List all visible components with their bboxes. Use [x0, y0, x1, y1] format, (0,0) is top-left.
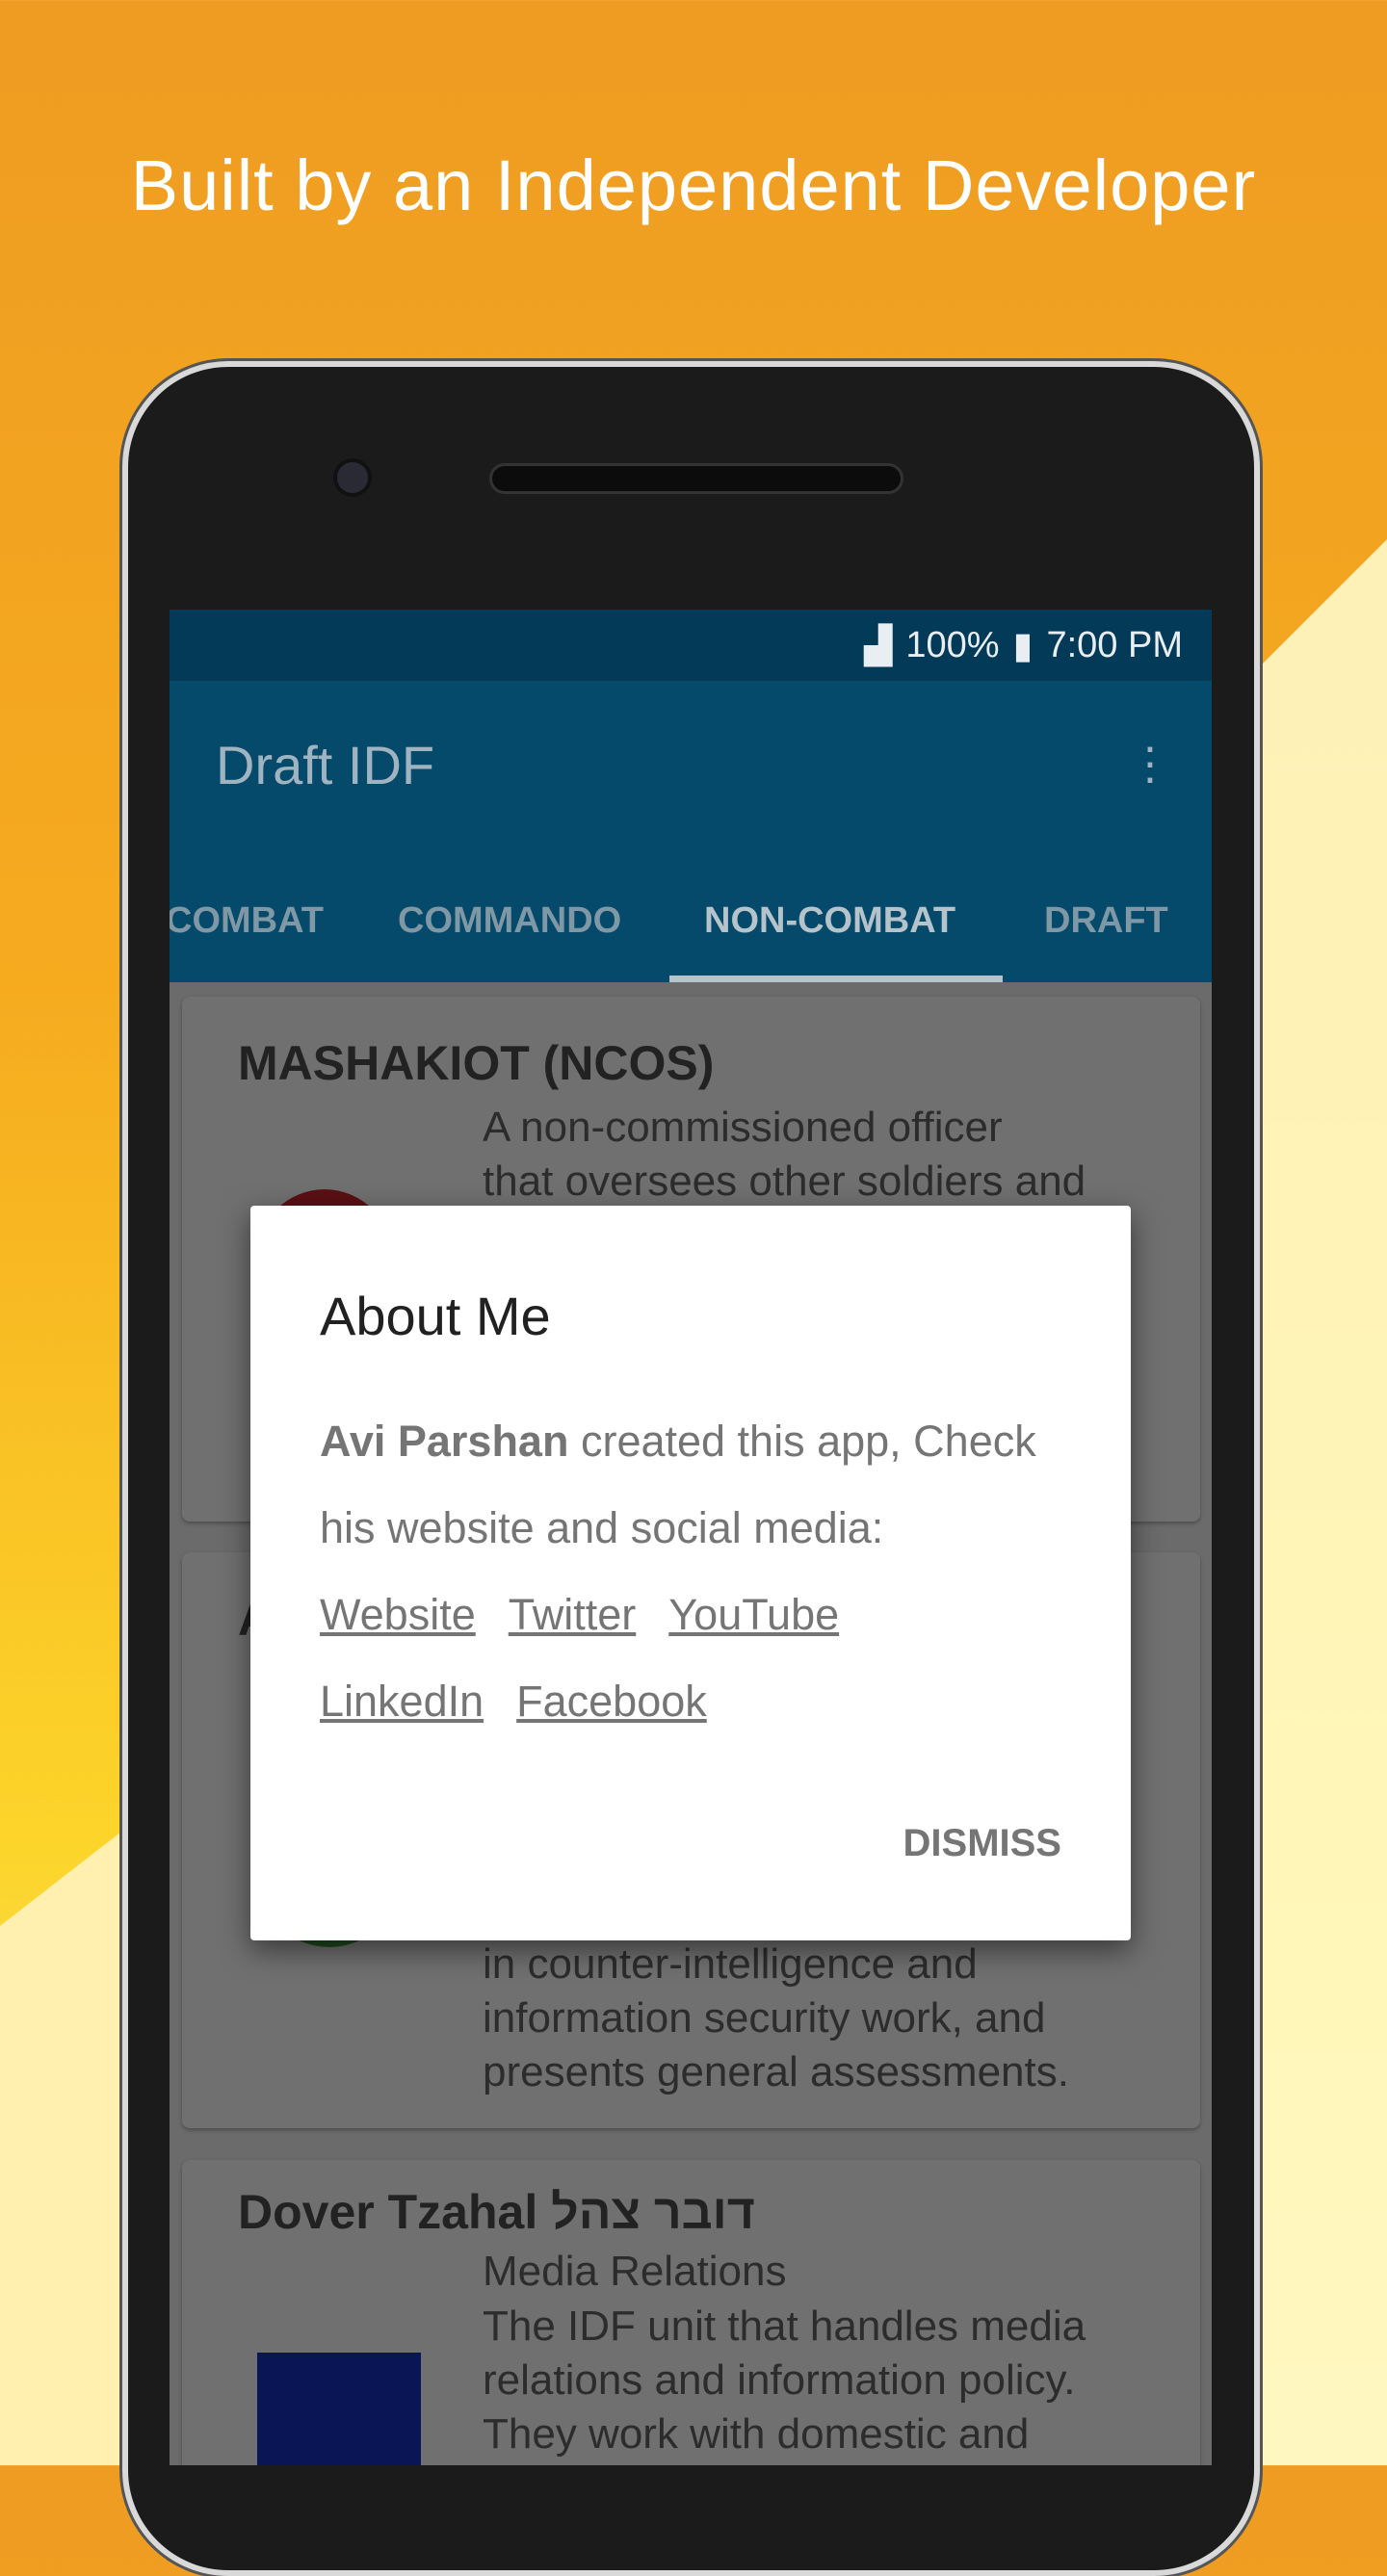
tab-draft[interactable]: DRAFT [1044, 900, 1168, 942]
camera-icon [333, 458, 372, 497]
battery-icon: ▮ [1012, 625, 1034, 666]
clock: 7:00 PM [1046, 624, 1183, 665]
tab-indicator [669, 976, 1003, 982]
text-line: The IDF unit that handles media [483, 2303, 1086, 2350]
tab-combat[interactable]: COMBAT [170, 900, 324, 942]
social-links: Website Twitter YouTube LinkedIn Facebook [320, 1572, 1090, 1745]
dismiss-button[interactable]: DISMISS [903, 1822, 1061, 1865]
media-relations-emblem [257, 2353, 421, 2465]
card-description: The IDF unit that handles media relation… [483, 2300, 1176, 2461]
text-line: relations and information policy. [483, 2356, 1076, 2404]
tab-commando[interactable]: COMMANDO [398, 900, 621, 942]
card-description: A non-commissioned officer that oversees… [483, 1101, 1176, 1209]
tab-bar: COMBAT COMMANDO NON-COMBAT DRAFT [170, 862, 1212, 982]
card-title: Dover Tzahal דובר צהל [238, 2185, 755, 2239]
text-line: They work with domestic and [483, 2410, 1030, 2458]
twitter-link[interactable]: Twitter [509, 1590, 637, 1639]
about-dialog: About Me Avi Parshan created this app, C… [250, 1206, 1131, 1940]
website-link[interactable]: Website [320, 1590, 476, 1639]
text-line: that oversees other soldiers and [483, 1158, 1086, 1205]
more-vert-icon[interactable]: · · · [1140, 722, 1160, 801]
dialog-title: About Me [320, 1286, 551, 1346]
text-line: presents general assessments. [483, 2048, 1069, 2095]
speaker-grille [489, 463, 903, 494]
headline: Built by an Independent Developer [130, 145, 1257, 225]
card-title: MASHAKIOT (NCOS) [238, 1036, 715, 1090]
signal-icon: ▟ [864, 625, 893, 666]
status-bar: ▟ 100% ▮ 7:00 PM [170, 610, 1212, 681]
app-title: Draft IDF [216, 735, 435, 795]
tab-non-combat[interactable]: NON-COMBAT [704, 900, 955, 942]
author-name: Avi Parshan [320, 1417, 569, 1466]
dialog-body: Avi Parshan created this app, Check his … [320, 1398, 1090, 1572]
app-bar: Draft IDF · · · COMBAT COMMANDO NON-COMBAT… [170, 681, 1212, 982]
unit-card[interactable]: Dover Tzahal דובר צהל Media Relations Th… [182, 2160, 1200, 2465]
youtube-link[interactable]: YouTube [668, 1590, 839, 1639]
card-subtitle: Media Relations [483, 2248, 787, 2295]
facebook-link[interactable]: Facebook [516, 1677, 707, 1726]
text-line: in counter-intelligence and [483, 1940, 978, 1988]
linkedin-link[interactable]: LinkedIn [320, 1677, 484, 1726]
text-line: information security work, and [483, 1994, 1046, 2042]
battery-level: 100% [905, 624, 1000, 665]
card-description: in counter-intelligence and information … [483, 1938, 1176, 2099]
text-line: A non-commissioned officer [483, 1104, 1003, 1151]
